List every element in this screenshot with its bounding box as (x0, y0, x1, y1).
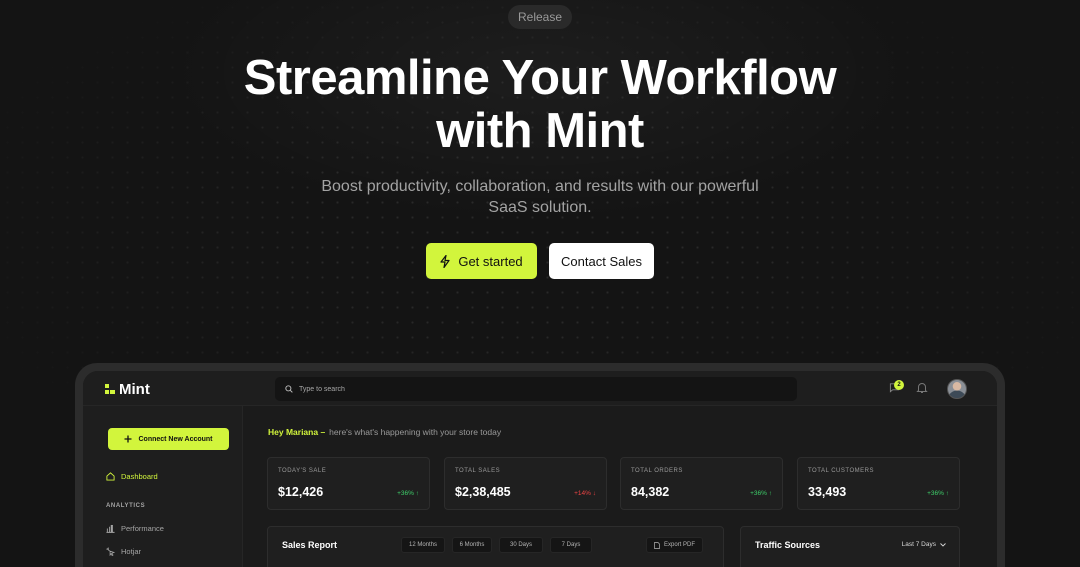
mint-logo-mark-icon (105, 384, 116, 395)
search-input[interactable] (299, 385, 769, 393)
stat-change: +36% ↑ (750, 490, 772, 497)
sidebar-item-performance[interactable]: Performance (106, 524, 164, 533)
mint-logo-text: Mint (119, 381, 150, 398)
stat-change: +14% ↓ (574, 490, 596, 497)
lightning-icon (440, 254, 450, 268)
sidebar-section-analytics: ANALYTICS (106, 503, 146, 509)
sidebar: Connect New Account Dashboard ANALYTICS … (83, 406, 243, 567)
connect-new-account-label: Connect New Account (138, 435, 213, 443)
stat-card-total-customers[interactable]: TOTAL CUSTOMERS 33,493 +36% ↑ (797, 457, 960, 510)
range-30-days-button[interactable]: 30 Days (499, 537, 543, 553)
greeting-name: Hey Mariana – (268, 427, 326, 437)
range-6-months-button[interactable]: 6 Months (452, 537, 492, 553)
stat-card-total-orders[interactable]: TOTAL ORDERS 84,382 +36% ↑ (620, 457, 783, 510)
contact-sales-label: Contact Sales (561, 253, 642, 269)
greeting-text: here's what's happening with your store … (329, 427, 502, 437)
file-icon (654, 541, 660, 549)
range-12-months-button[interactable]: 12 Months (401, 537, 445, 553)
dashboard-screen: Mint 2 (83, 371, 997, 567)
range-7-days-button[interactable]: 7 Days (550, 537, 592, 553)
hero-title: Streamline Your Workflow with Mint (0, 52, 1080, 158)
bar-chart-icon (106, 524, 115, 533)
release-pill[interactable]: Release (508, 5, 572, 29)
chevron-down-icon (940, 542, 946, 547)
hotjar-icon (106, 547, 115, 556)
stat-value: 84,382 (631, 485, 670, 499)
stat-value: 33,493 (808, 485, 847, 499)
stat-change: +36% ↑ (397, 490, 419, 497)
hero-subtitle-line-1: Boost productivity, collaboration, and r… (321, 178, 759, 195)
stat-label: TOTAL SALES (455, 468, 501, 474)
stat-value: $2,38,485 (455, 485, 511, 499)
hero-subtitle: Boost productivity, collaboration, and r… (0, 176, 1080, 218)
stat-label: TODAY'S SALE (278, 468, 327, 474)
hero-title-line-1: Streamline Your Workflow (243, 51, 837, 105)
sidebar-item-hotjar[interactable]: Hotjar (106, 547, 141, 556)
greeting: Hey Mariana – here's what's happening wit… (268, 427, 501, 437)
get-started-button[interactable]: Get started (426, 243, 537, 279)
home-icon (106, 472, 115, 481)
dashboard-topbar: Mint 2 (83, 371, 997, 406)
sidebar-item-dashboard[interactable]: Dashboard (106, 472, 158, 481)
connect-new-account-button[interactable]: Connect New Account (108, 428, 229, 450)
traffic-range-label: Last 7 Days (901, 541, 936, 548)
mint-logo[interactable]: Mint (105, 381, 150, 398)
stat-label: TOTAL CUSTOMERS (808, 468, 874, 474)
dashboard-preview-frame: Mint 2 (75, 363, 1005, 567)
export-pdf-label: Export PDF (663, 542, 695, 548)
contact-sales-button[interactable]: Contact Sales (549, 243, 654, 279)
notification-count-badge: 2 (894, 380, 904, 390)
stat-card-total-sales[interactable]: TOTAL SALES $2,38,485 +14% ↓ (444, 457, 607, 510)
search-bar[interactable] (275, 377, 797, 401)
traffic-sources-panel: Traffic Sources Last 7 Days (740, 526, 960, 567)
sidebar-item-label: Hotjar (121, 547, 142, 556)
sidebar-item-label: Dashboard (121, 472, 158, 481)
plus-icon (124, 435, 132, 443)
stat-label: TOTAL ORDERS (631, 468, 683, 474)
export-pdf-button[interactable]: Export PDF (646, 537, 703, 553)
hero-subtitle-line-2: SaaS solution. (488, 199, 592, 216)
sales-report-panel: Sales Report 12 Months 6 Months 30 Days … (267, 526, 724, 567)
traffic-range-dropdown[interactable]: Last 7 Days (902, 541, 946, 548)
hero-title-line-2: with Mint (436, 104, 644, 158)
user-avatar[interactable] (947, 379, 967, 399)
get-started-label: Get started (458, 253, 523, 269)
sales-report-title: Sales Report (282, 540, 338, 550)
sidebar-item-label: Performance (121, 524, 164, 533)
bell-icon[interactable] (916, 381, 928, 394)
search-icon (285, 385, 293, 393)
traffic-sources-title: Traffic Sources (755, 540, 821, 550)
stat-change: +36% ↑ (927, 490, 949, 497)
stat-card-todays-sale[interactable]: TODAY'S SALE $12,426 +36% ↑ (267, 457, 430, 510)
stat-value: $12,426 (278, 485, 324, 499)
